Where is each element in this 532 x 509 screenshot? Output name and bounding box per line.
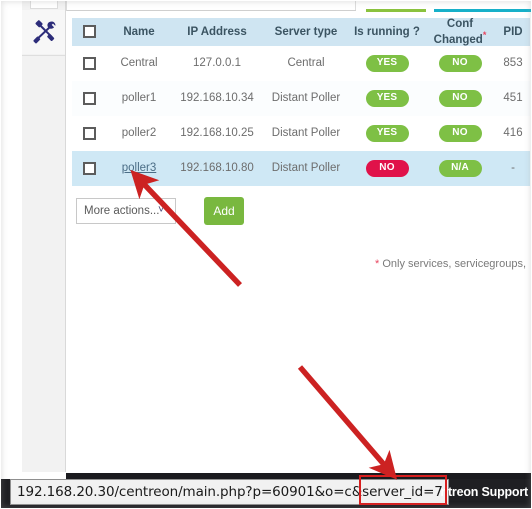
row-checkbox-cell [72, 115, 106, 151]
status-badge-running: NO [365, 159, 409, 177]
cell-ip-address: 127.0.0.1 [172, 45, 262, 81]
table-footnote: * Only services, servicegroups, [375, 258, 526, 270]
server-id-highlight-box [359, 475, 447, 505]
status-badge-running: YES [365, 124, 409, 142]
row-checkbox-cell [72, 80, 106, 116]
poller3-link[interactable]: poller3 [122, 162, 157, 174]
cell-ip-address: 192.168.10.80 [172, 150, 262, 186]
cell-name-link[interactable]: poller3 [106, 150, 172, 186]
tab-strip [66, 0, 532, 14]
cell-pid: 451 [496, 80, 530, 116]
cell-is-running: YES [350, 80, 424, 116]
screenshot-root: Name IP Address Server type Is running ?… [0, 0, 532, 509]
column-header-name[interactable]: Name [106, 18, 172, 46]
main-content-panel: Name IP Address Server type Is running ?… [66, 0, 532, 472]
more-actions-select[interactable]: More actions... ˅ [76, 198, 176, 224]
browser-status-bar: 192.168.20.30/centreon/main.php?p=60901&… [0, 475, 532, 509]
column-header-is-running[interactable]: Is running ? [350, 18, 424, 46]
sidebar-divider [22, 55, 65, 56]
column-header-server-type[interactable]: Server type [262, 18, 350, 46]
pollers-table: Name IP Address Server type Is running ?… [72, 18, 530, 186]
pollers-table-container: Name IP Address Server type Is running ?… [72, 18, 530, 186]
cell-pid: 853 [496, 45, 530, 81]
sidebar-item-tools[interactable] [22, 10, 65, 54]
tab-stub-inactive-underline [68, 10, 356, 11]
row-checkbox[interactable] [82, 161, 96, 175]
table-header-row: Name IP Address Server type Is running ?… [72, 18, 530, 46]
table-row[interactable]: poller2 192.168.10.25 Distant Poller YES… [72, 115, 530, 151]
table-head: Name IP Address Server type Is running ?… [72, 18, 530, 46]
select-all-checkbox[interactable] [82, 25, 96, 39]
tab-stub-teal[interactable] [434, 9, 532, 12]
row-checkbox[interactable] [82, 56, 96, 70]
more-actions-label: More actions... [84, 205, 160, 217]
cell-conf-changed: N/A [424, 150, 496, 186]
table-row-selected[interactable]: poller3 192.168.10.80 Distant Poller NO … [72, 150, 530, 186]
cell-server-type: Distant Poller [262, 80, 350, 116]
status-badge-conf: NO [438, 124, 482, 142]
status-badge-conf: NO [438, 54, 482, 72]
status-url-prefix: 192.168.20.30/centreon/main.php?p=60901&… [17, 484, 363, 500]
cell-is-running: YES [350, 115, 424, 151]
cell-server-type: Central [262, 45, 350, 81]
cell-ip-address: 192.168.10.25 [172, 115, 262, 151]
cell-name: poller1 [106, 80, 172, 116]
window-left-margin [0, 0, 22, 472]
cell-is-running: NO [350, 150, 424, 186]
sidebar-tab-stub [30, 0, 58, 9]
column-header-pid[interactable]: PID [496, 18, 530, 46]
cell-pid: - [496, 150, 530, 186]
cell-conf-changed: NO [424, 45, 496, 81]
cell-name: poller2 [106, 115, 172, 151]
cell-conf-changed: NO [424, 115, 496, 151]
cell-pid: 416 [496, 115, 530, 151]
select-all-header [72, 18, 106, 46]
cell-server-type: Distant Poller [262, 150, 350, 186]
tools-wrench-screwdriver-icon [29, 17, 59, 47]
cell-ip-address: 192.168.10.34 [172, 80, 262, 116]
cell-is-running: YES [350, 45, 424, 81]
status-badge-conf: N/A [438, 159, 482, 177]
centreon-support-tag: ntreon Support [440, 485, 529, 499]
cell-conf-changed: NO [424, 80, 496, 116]
table-action-bar: More actions... ˅ Add [76, 197, 376, 230]
table-row[interactable]: poller1 192.168.10.34 Distant Poller YES… [72, 80, 530, 116]
row-checkbox-cell [72, 45, 106, 81]
cell-server-type: Distant Poller [262, 115, 350, 151]
tab-stub-green[interactable] [366, 9, 426, 12]
chevron-down-icon: ˅ [158, 204, 165, 216]
status-badge-running: YES [365, 54, 409, 72]
conf-changed-asterisk: * [482, 30, 487, 40]
status-badge-conf: NO [438, 89, 482, 107]
column-header-ip-address[interactable]: IP Address [172, 18, 262, 46]
table-body: Central 127.0.0.1 Central YES NO 853 pol… [72, 45, 530, 186]
row-checkbox[interactable] [82, 91, 96, 105]
footnote-text: Only services, servicegroups, [379, 258, 526, 270]
row-checkbox[interactable] [82, 126, 96, 140]
cell-name: Central [106, 45, 172, 81]
column-header-conf-changed[interactable]: Conf Changed* [424, 18, 496, 46]
add-button[interactable]: Add [204, 197, 244, 225]
conf-changed-label: Conf Changed [433, 18, 483, 46]
row-checkbox-cell [72, 150, 106, 186]
status-badge-running: YES [365, 89, 409, 107]
table-row[interactable]: Central 127.0.0.1 Central YES NO 853 [72, 45, 530, 81]
sidebar-icon-rail [22, 0, 66, 472]
